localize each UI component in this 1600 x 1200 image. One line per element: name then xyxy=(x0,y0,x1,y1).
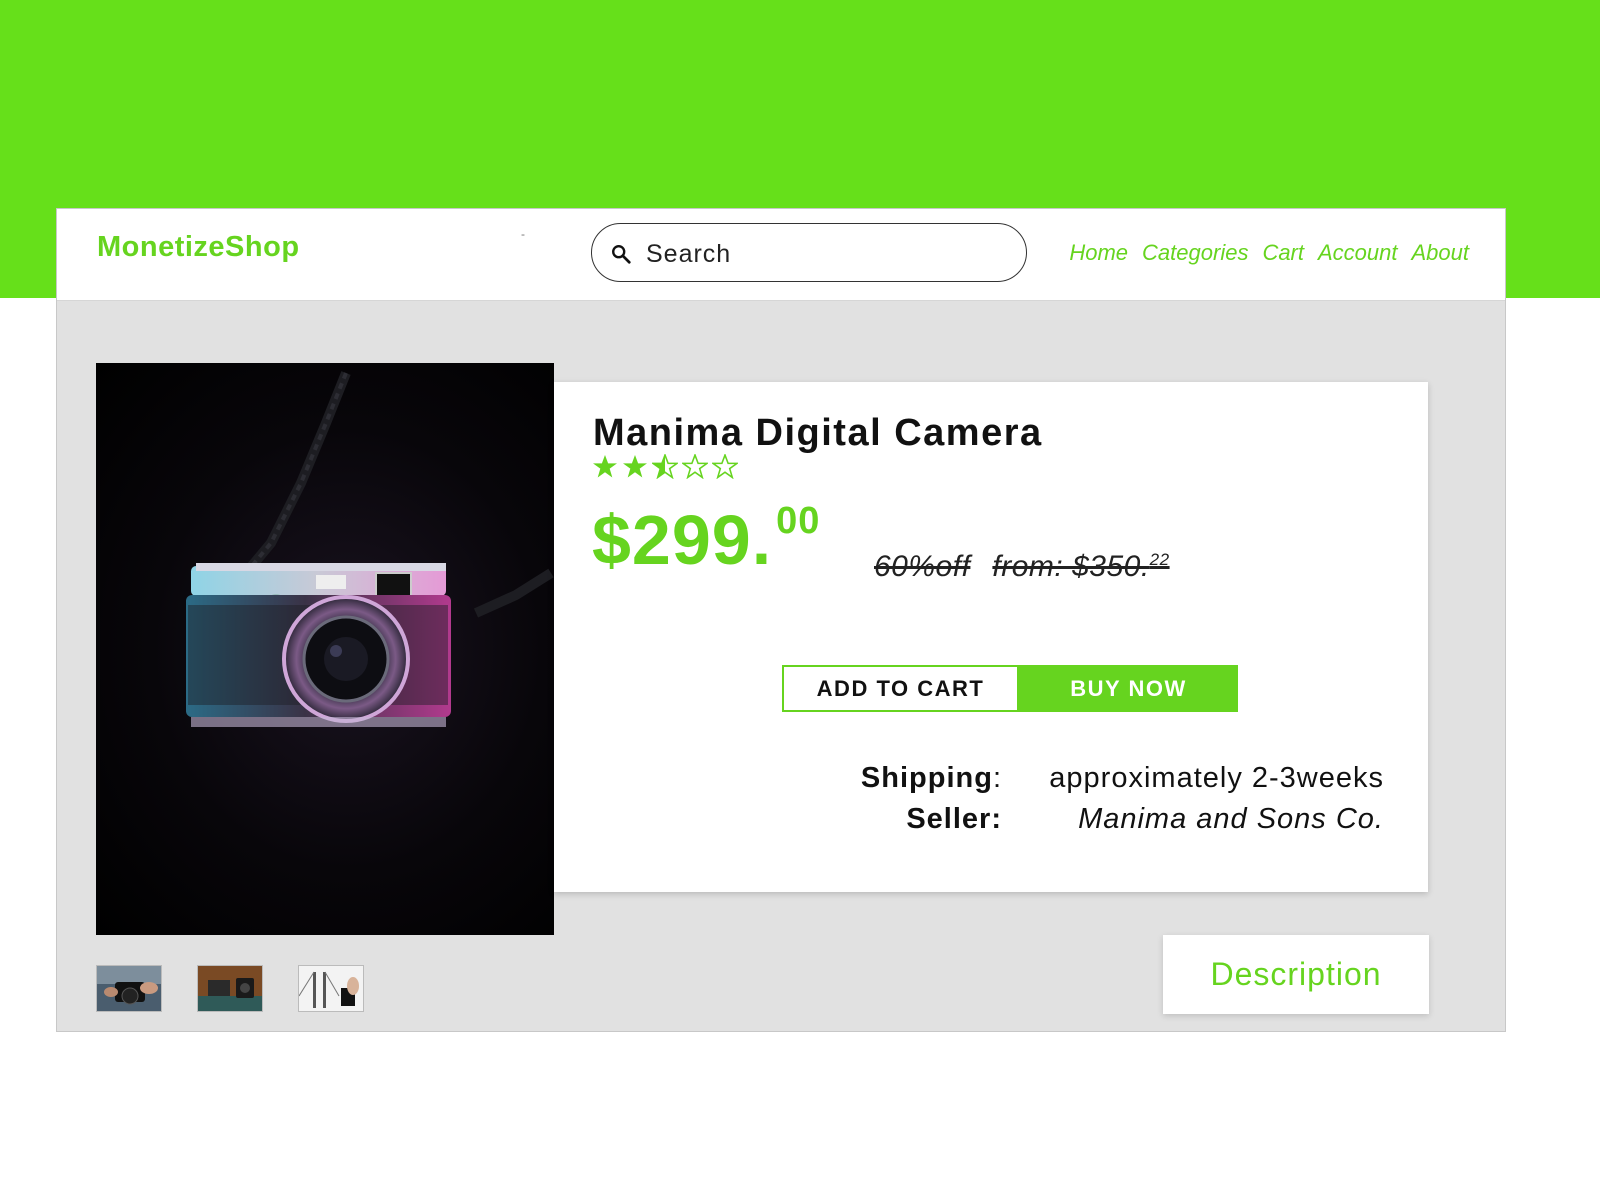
camera-in-hands-thumbnail[interactable] xyxy=(96,965,162,1012)
thumbnail-strip xyxy=(96,965,364,1012)
product-info: Shipping: approximately 2-3weeks Seller:… xyxy=(774,762,1384,844)
description-tab[interactable]: Description xyxy=(1163,935,1429,1014)
nav-dash: - xyxy=(521,227,525,241)
nav-link-about[interactable]: About xyxy=(1412,240,1470,266)
product-title: Manima Digital Camera xyxy=(593,412,1043,454)
camera-on-wood-thumbnail[interactable] xyxy=(197,965,263,1012)
nav-link-cart[interactable]: Cart xyxy=(1262,240,1304,266)
shipping-value: approximately 2-3weeks xyxy=(1049,762,1384,794)
camera-photo xyxy=(186,371,554,727)
star-half-icon xyxy=(652,454,678,479)
product-card: Manima Digital Camera $299. 00 60%off from… xyxy=(554,382,1428,892)
seller-row: Seller: Manima and Sons Co. xyxy=(774,803,1384,844)
seller-value: Manima and Sons Co. xyxy=(1078,803,1384,835)
brand-logo[interactable]: MonetizeShop xyxy=(97,231,300,264)
price-cents: 00 xyxy=(776,500,821,542)
current-price: $299. 00 xyxy=(592,500,820,580)
product-main-image[interactable] xyxy=(96,363,554,935)
search-icon xyxy=(612,245,631,264)
seller-label: Seller: xyxy=(906,803,1002,835)
shipping-label: Shipping: xyxy=(860,762,1002,794)
nav-link-categories[interactable]: Categories xyxy=(1142,240,1248,266)
original-price-cents: 22 xyxy=(1149,550,1170,569)
original-price-value: from: $350. xyxy=(992,550,1150,583)
nav-link-home[interactable]: Home xyxy=(1069,240,1128,266)
navbar: MonetizeShop - Home Categories Cart Acco… xyxy=(57,209,1505,301)
shipping-row: Shipping: approximately 2-3weeks xyxy=(774,762,1384,803)
rating-stars xyxy=(592,454,738,479)
star-filled-icon xyxy=(593,455,617,478)
original-price: 60%off from: $350.22 xyxy=(874,550,1170,584)
buy-now-button[interactable]: BUY NOW xyxy=(1019,665,1238,712)
star-empty-icon xyxy=(682,454,708,479)
nav-links: Home Categories Cart Account About xyxy=(1069,240,1469,266)
search-input[interactable] xyxy=(644,236,1008,272)
star-filled-icon xyxy=(623,455,647,478)
bridge-photo-thumbnail[interactable] xyxy=(298,965,364,1012)
discount-label: 60%off xyxy=(874,550,971,583)
nav-link-account[interactable]: Account xyxy=(1318,240,1398,266)
price-main: $299. xyxy=(592,501,773,579)
add-to-cart-button[interactable]: ADD TO CART xyxy=(782,665,1019,712)
shop-window: MonetizeShop - Home Categories Cart Acco… xyxy=(56,208,1506,1032)
star-empty-icon xyxy=(712,454,738,479)
search-box[interactable] xyxy=(591,223,1027,282)
